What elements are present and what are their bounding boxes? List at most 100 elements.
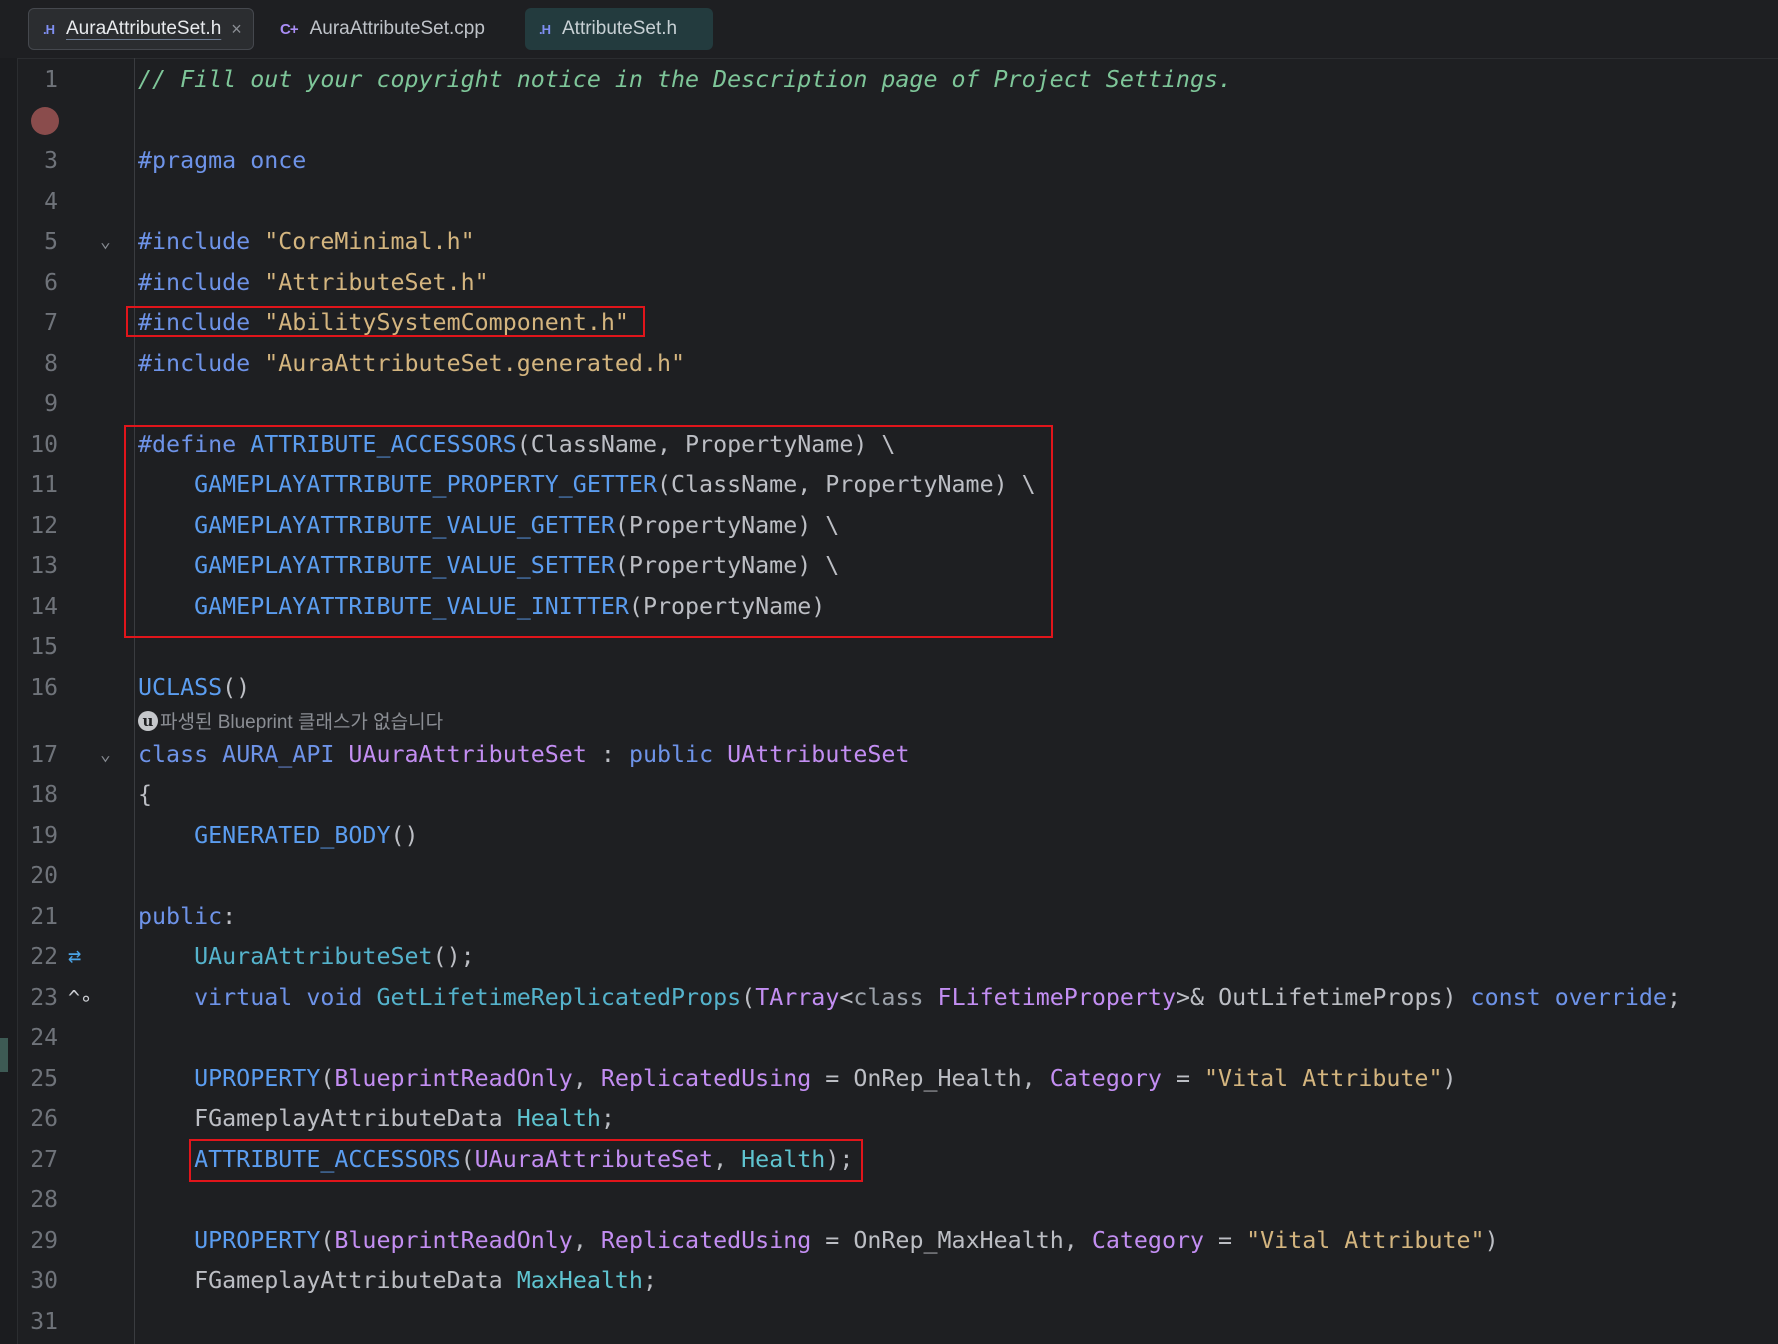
preprocessor-keyword: #pragma <box>138 147 237 174</box>
tab-attribute-set-h[interactable]: .H AttributeSet.h <box>525 8 713 50</box>
line-number[interactable]: 28 <box>18 1185 58 1215</box>
include-path: "AuraAttributeSet.generated.h" <box>264 350 686 377</box>
line-number[interactable]: 24 <box>18 1023 58 1053</box>
include-directive: #include <box>138 269 251 296</box>
code-line-1[interactable]: // Fill out your copyright notice in the… <box>138 65 1232 95</box>
line-number[interactable]: 13 <box>18 551 58 581</box>
close-icon[interactable]: × <box>231 19 242 40</box>
parens: () <box>390 822 419 849</box>
fold-chevron-icon[interactable]: ⌄ <box>100 227 120 257</box>
fold-chevron-icon[interactable]: ⌄ <box>100 740 120 770</box>
assign: = OnRep_MaxHealth, <box>811 1227 1092 1254</box>
line-number[interactable]: 9 <box>18 389 58 419</box>
line-number[interactable]: 25 <box>18 1064 58 1094</box>
line-number[interactable]: 22 <box>18 942 58 972</box>
line-number[interactable]: 15 <box>18 632 58 662</box>
code-line-21[interactable]: public: <box>138 902 236 932</box>
specifier: ReplicatedUsing <box>600 1227 812 1254</box>
override-keyword: override <box>1554 984 1667 1011</box>
override-icon[interactable]: ^∘ <box>68 983 92 1013</box>
cpp-file-icon: C+ <box>280 20 299 38</box>
blueprint-hint-text: 파생된 Blueprint 클래스가 없습니다 <box>160 712 444 733</box>
paren: ) <box>1484 1227 1499 1254</box>
code-line-25[interactable]: UPROPERTY(BlueprintReadOnly, ReplicatedU… <box>138 1064 1456 1094</box>
highlight-box-define <box>124 425 1053 638</box>
paren: ( <box>320 1065 335 1092</box>
include-path: "CoreMinimal.h" <box>264 228 475 255</box>
breakpoint-icon[interactable] <box>31 107 59 135</box>
line-number[interactable]: 1 <box>18 65 58 95</box>
unreal-badge-icon: u <box>138 710 158 731</box>
tab-label: AuraAttributeSet.cpp <box>309 18 485 39</box>
code-line-5[interactable]: #include "CoreMinimal.h" <box>138 227 475 257</box>
code-line-6[interactable]: #include "AttributeSet.h" <box>138 268 489 298</box>
replication-swap-icon[interactable]: ⇄ <box>68 942 81 972</box>
line-number[interactable]: 4 <box>18 187 58 217</box>
line-number[interactable]: 18 <box>18 780 58 810</box>
line-number[interactable]: 3 <box>18 146 58 176</box>
line-number[interactable]: 20 <box>18 861 58 891</box>
highlight-box-include <box>126 306 645 337</box>
line-number[interactable]: 8 <box>18 349 58 379</box>
line-number[interactable]: 6 <box>18 268 58 298</box>
semicolon: ; <box>1666 984 1681 1011</box>
line-number[interactable]: 11 <box>18 470 58 500</box>
param-name: >& OutLifetimeProps) <box>1176 984 1471 1011</box>
paren: ( <box>741 984 756 1011</box>
paren: ( <box>320 1227 335 1254</box>
category-string: "Vital Attribute" <box>1204 1065 1443 1092</box>
line-number[interactable]: 26 <box>18 1104 58 1134</box>
line-number[interactable]: 7 <box>18 308 58 338</box>
brace: { <box>138 781 153 808</box>
line-number[interactable]: 21 <box>18 902 58 932</box>
class-name: UAuraAttributeSet <box>348 741 587 768</box>
code-line-19[interactable]: GENERATED_BODY() <box>138 821 419 851</box>
tab-aura-attribute-set-h[interactable]: .H AuraAttributeSet.h × <box>28 8 254 50</box>
specifier: Category <box>1049 1065 1162 1092</box>
left-gutter-strip <box>0 58 18 1344</box>
specifier: ReplicatedUsing <box>600 1065 812 1092</box>
assign: = <box>1161 1065 1205 1092</box>
code-line-26[interactable]: FGameplayAttributeData Health; <box>138 1104 615 1134</box>
public-keyword: public <box>628 741 714 768</box>
line-number[interactable]: 14 <box>18 592 58 622</box>
code-line-23[interactable]: virtual void GetLifetimeReplicatedProps(… <box>138 983 1681 1013</box>
category-string: "Vital Attribute" <box>1246 1227 1485 1254</box>
line-number[interactable]: 19 <box>18 821 58 851</box>
specifier: BlueprintReadOnly <box>334 1065 573 1092</box>
line-number[interactable]: 29 <box>18 1226 58 1256</box>
code-line-18[interactable]: { <box>138 780 152 810</box>
api-macro: AURA_API <box>222 741 335 768</box>
line-number[interactable]: 30 <box>18 1266 58 1296</box>
parens: () <box>222 674 251 701</box>
include-path: "AttributeSet.h" <box>264 269 489 296</box>
tab-label: AuraAttributeSet.h <box>66 18 222 39</box>
line-number[interactable]: 27 <box>18 1145 58 1175</box>
lifetime-property-type: FLifetimeProperty <box>937 984 1176 1011</box>
code-line-8[interactable]: #include "AuraAttributeSet.generated.h" <box>138 349 685 379</box>
code-line-17[interactable]: class AURA_API UAuraAttributeSet : publi… <box>138 740 909 770</box>
line-number[interactable]: 17 <box>18 740 58 770</box>
include-directive: #include <box>138 228 251 255</box>
code-line-29[interactable]: UPROPERTY(BlueprintReadOnly, ReplicatedU… <box>138 1226 1499 1256</box>
tab-label: AttributeSet.h <box>562 18 678 39</box>
tab-aura-attribute-set-cpp[interactable]: C+ AuraAttributeSet.cpp <box>266 8 492 50</box>
blueprint-hint[interactable]: u 파생된 Blueprint 클래스가 없습니다 <box>138 707 443 734</box>
code-line-30[interactable]: FGameplayAttributeData MaxHealth; <box>138 1266 657 1296</box>
virtual-keyword: virtual <box>194 984 293 1011</box>
line-number[interactable]: 10 <box>18 430 58 460</box>
code-line-16[interactable]: UCLASS() <box>138 673 250 703</box>
line-number[interactable]: 31 <box>18 1307 58 1337</box>
line-number[interactable]: 16 <box>18 673 58 703</box>
indent-guide <box>134 58 135 1344</box>
comma: , <box>572 1065 601 1092</box>
line-number[interactable]: 12 <box>18 511 58 541</box>
macro-name: UPROPERTY <box>194 1065 321 1092</box>
line-number[interactable]: 23 <box>18 983 58 1013</box>
type-name: FGameplayAttributeData <box>194 1105 503 1132</box>
macro-name: GENERATED_BODY <box>194 822 391 849</box>
code-line-3[interactable]: #pragma once <box>138 146 306 176</box>
code-line-22[interactable]: UAuraAttributeSet(); <box>138 942 475 972</box>
line-number[interactable]: 5 <box>18 227 58 257</box>
change-marker <box>0 1038 8 1072</box>
